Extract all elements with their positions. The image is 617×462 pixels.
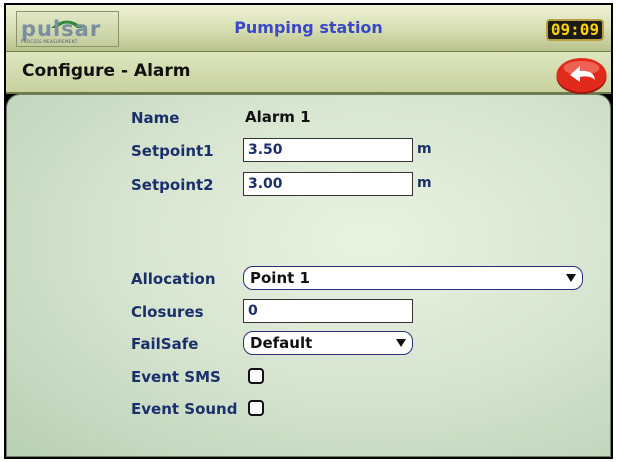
allocation-selected-value: Point 1	[250, 269, 310, 287]
event-sms-checkbox[interactable]	[248, 368, 264, 384]
back-arrow-icon	[556, 58, 607, 94]
name-label: Name	[131, 109, 180, 127]
setpoint2-unit: m	[417, 175, 432, 191]
setpoint1-label: Setpoint1	[131, 142, 214, 160]
closures-label: Closures	[131, 303, 204, 321]
form-panel: Name Alarm 1 Setpoint1 3.50 m Setpoint2 …	[6, 94, 611, 457]
chevron-down-icon	[396, 339, 406, 347]
page-title: Configure - Alarm	[22, 61, 191, 81]
allocation-label: Allocation	[131, 270, 216, 288]
name-value: Alarm 1	[245, 108, 311, 126]
logo-subtext: PROCESS MEASUREMENT	[21, 39, 78, 44]
failsafe-dropdown[interactable]: Default	[243, 331, 413, 355]
event-sound-label: Event Sound	[131, 400, 238, 418]
setpoint2-input[interactable]: 3.00	[243, 172, 413, 196]
clock-display: 09:09	[546, 19, 604, 41]
setpoint2-label: Setpoint2	[131, 176, 214, 194]
event-sms-label: Event SMS	[131, 368, 221, 386]
back-button[interactable]	[554, 56, 609, 96]
chevron-down-icon	[566, 274, 576, 282]
setpoint1-unit: m	[417, 141, 432, 157]
closures-input[interactable]: 0	[243, 299, 413, 323]
app-window: pulsar PROCESS MEASUREMENT Pumping stati…	[4, 3, 613, 459]
page-header: Configure - Alarm	[6, 52, 611, 94]
allocation-dropdown[interactable]: Point 1	[243, 266, 583, 290]
app-title: Pumping station	[234, 18, 383, 37]
failsafe-selected-value: Default	[250, 334, 313, 352]
title-bar: pulsar PROCESS MEASUREMENT Pumping stati…	[6, 5, 611, 52]
setpoint1-input[interactable]: 3.50	[243, 138, 413, 162]
failsafe-label: FailSafe	[131, 335, 199, 353]
event-sound-checkbox[interactable]	[248, 400, 264, 416]
